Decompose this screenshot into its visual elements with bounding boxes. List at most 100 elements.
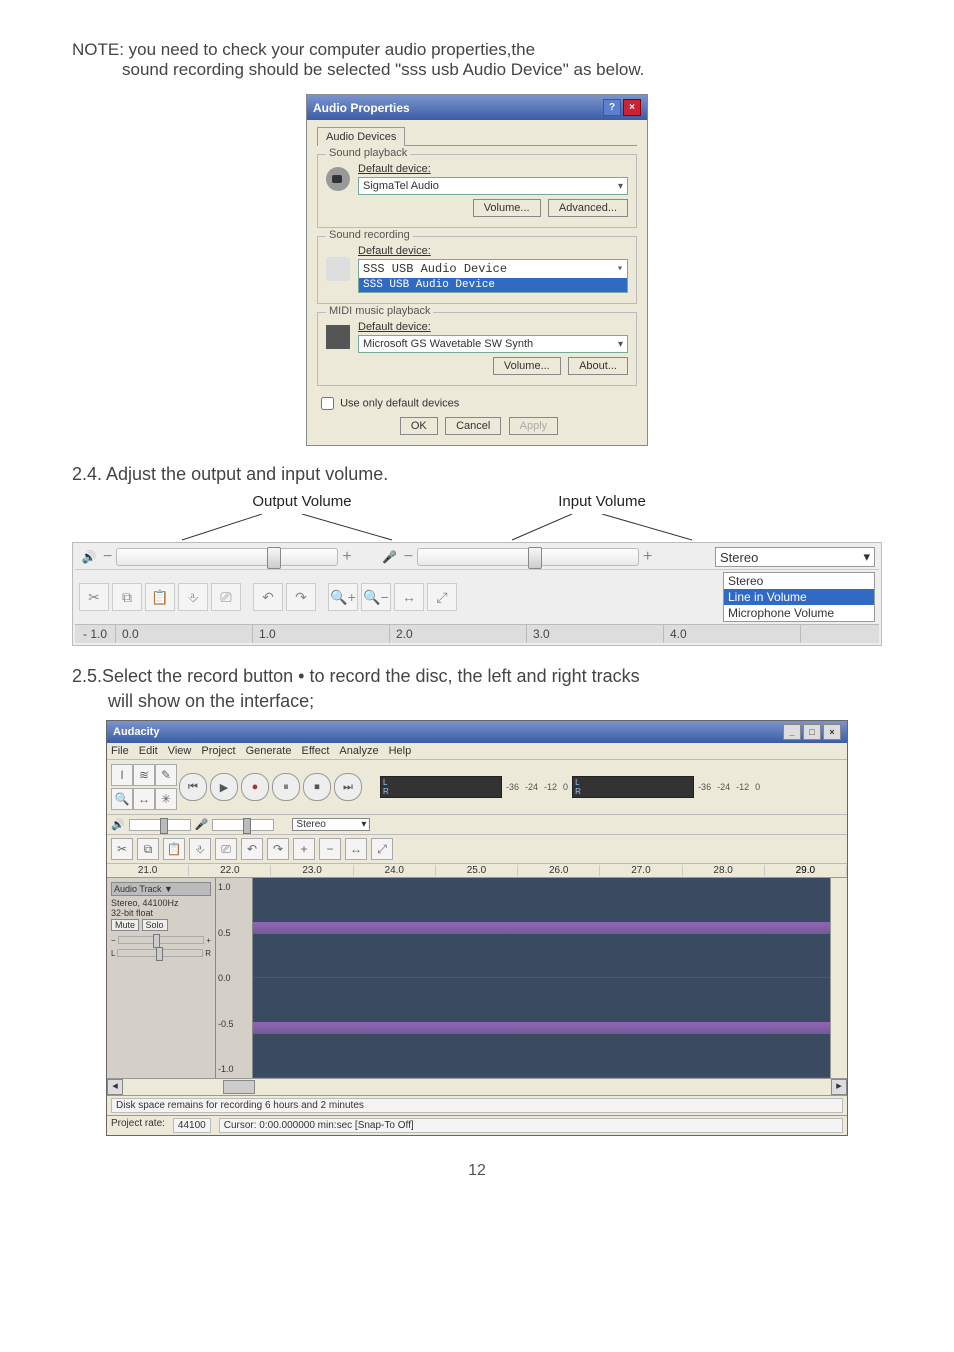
pause-icon[interactable]: ⏸ — [272, 773, 300, 801]
plus-label: + — [643, 548, 652, 566]
timeshift-tool-icon[interactable]: ↔ — [133, 788, 155, 810]
cut-icon[interactable]: ✂ — [111, 838, 133, 860]
input-slider-thumb[interactable] — [528, 547, 542, 569]
waveform-right[interactable] — [253, 978, 830, 1077]
envelope-tool-icon[interactable]: ≋ — [133, 764, 155, 786]
vertical-scrollbar[interactable] — [830, 878, 847, 1078]
close-icon[interactable]: × — [623, 99, 641, 116]
multi-tool-icon[interactable]: ✳ — [155, 788, 177, 810]
menu-analyze[interactable]: Analyze — [339, 745, 378, 757]
playback-volume-button[interactable]: Volume... — [473, 199, 541, 217]
silence-icon[interactable]: ⎚ — [215, 838, 237, 860]
playback-default-label: Default device: — [358, 163, 628, 175]
waveform-left[interactable] — [253, 878, 830, 977]
status-disk-space: Disk space remains for recording 6 hours… — [111, 1098, 843, 1113]
audacity-window: Audacity _ □ × File Edit View Project Ge… — [106, 720, 848, 1136]
scroll-right-icon[interactable]: ▸ — [831, 1079, 847, 1095]
skip-start-icon[interactable]: ⏮ — [179, 773, 207, 801]
scroll-thumb[interactable] — [223, 1080, 255, 1094]
paste-icon[interactable]: 📋 — [145, 583, 175, 611]
second-toolbar: 🔊 🎤 Stereo▾ — [107, 815, 847, 835]
group-label-midi: MIDI music playback — [326, 305, 433, 317]
skip-end-icon[interactable]: ⏭ — [334, 773, 362, 801]
play-icon[interactable]: ▶ — [210, 773, 238, 801]
chevron-down-icon: ▾ — [863, 549, 870, 565]
fit-selection-icon[interactable]: ↔ — [345, 838, 367, 860]
selection-tool-icon[interactable]: I — [111, 764, 133, 786]
menu-file[interactable]: File — [111, 745, 129, 757]
recording-device-highlight[interactable]: SSS USB Audio Device — [358, 278, 628, 293]
channel-select[interactable]: Stereo ▾ — [715, 547, 875, 567]
dropdown-option-stereo[interactable]: Stereo — [724, 573, 874, 589]
recording-device-select[interactable]: SSS USB Audio Device ▾ — [358, 259, 628, 279]
menu-edit[interactable]: Edit — [139, 745, 158, 757]
output-slider-thumb[interactable] — [267, 547, 281, 569]
fit-project-icon[interactable]: ⤢ — [427, 583, 457, 611]
use-default-devices-checkbox[interactable] — [321, 397, 334, 410]
undo-icon[interactable]: ↶ — [253, 583, 283, 611]
playback-advanced-button[interactable]: Advanced... — [548, 199, 628, 217]
ok-button[interactable]: OK — [400, 417, 438, 435]
app-title-text: Audacity — [113, 726, 159, 738]
redo-icon[interactable]: ↷ — [286, 583, 316, 611]
midi-device-select[interactable]: Microsoft GS Wavetable SW Synth ▾ — [358, 335, 628, 353]
cut-icon[interactable]: ✂ — [79, 583, 109, 611]
tab-audio-devices[interactable]: Audio Devices — [317, 127, 405, 146]
midi-about-button[interactable]: About... — [568, 357, 628, 375]
trim-icon[interactable]: ⎀ — [189, 838, 211, 860]
midi-volume-button[interactable]: Volume... — [493, 357, 561, 375]
menu-help[interactable]: Help — [389, 745, 412, 757]
record-icon[interactable]: ● — [241, 773, 269, 801]
zoom-out-icon[interactable]: − — [319, 838, 341, 860]
copy-icon[interactable]: ⧉ — [137, 838, 159, 860]
help-icon[interactable]: ? — [603, 99, 621, 116]
menu-view[interactable]: View — [168, 745, 192, 757]
mini-output-slider[interactable] — [129, 819, 191, 831]
undo-icon[interactable]: ↶ — [241, 838, 263, 860]
pointer-lines — [102, 514, 902, 542]
scroll-left-icon[interactable]: ◂ — [107, 1079, 123, 1095]
cancel-button[interactable]: Cancel — [445, 417, 501, 435]
apply-button: Apply — [509, 417, 559, 435]
track-pan-slider[interactable] — [117, 949, 203, 957]
playback-device-select[interactable]: SigmaTel Audio ▾ — [358, 177, 628, 195]
horizontal-scrollbar[interactable]: ◂ ▸ — [107, 1078, 847, 1095]
volume-labels-row: Output Volume Input Volume — [72, 493, 882, 510]
channel-mini-select[interactable]: Stereo▾ — [292, 818, 370, 831]
mute-button[interactable]: Mute — [111, 919, 139, 931]
pan-r-label: R — [205, 949, 211, 958]
minimize-icon[interactable]: _ — [783, 724, 801, 740]
zoom-in-icon[interactable]: + — [293, 838, 315, 860]
track-name[interactable]: Audio Track ▼ — [111, 882, 211, 896]
menu-project[interactable]: Project — [201, 745, 235, 757]
silence-icon[interactable]: ⎚ — [211, 583, 241, 611]
stop-icon[interactable]: ⏹ — [303, 773, 331, 801]
zoom-tool-icon[interactable]: 🔍 — [111, 788, 133, 810]
solo-button[interactable]: Solo — [142, 919, 168, 931]
copy-icon[interactable]: ⧉ — [112, 583, 142, 611]
track-gain-slider[interactable] — [118, 936, 205, 944]
menu-effect[interactable]: Effect — [301, 745, 329, 757]
input-volume-slider[interactable] — [417, 548, 639, 566]
group-label-recording: Sound recording — [326, 229, 413, 241]
trim-icon[interactable]: ⎀ — [178, 583, 208, 611]
zoom-out-icon[interactable]: 🔍− — [361, 583, 391, 611]
redo-icon[interactable]: ↷ — [267, 838, 289, 860]
paste-icon[interactable]: 📋 — [163, 838, 185, 860]
menu-generate[interactable]: Generate — [246, 745, 292, 757]
dropdown-option-mic[interactable]: Microphone Volume — [724, 605, 874, 621]
close-icon[interactable]: × — [823, 724, 841, 740]
dropdown-option-line-in[interactable]: Line in Volume — [724, 589, 874, 605]
fit-project-icon[interactable]: ⤢ — [371, 838, 393, 860]
section-2-4-heading: 2.4. Adjust the output and input volume. — [72, 464, 882, 485]
fit-selection-icon[interactable]: ↔ — [394, 583, 424, 611]
maximize-icon[interactable]: □ — [803, 724, 821, 740]
input-source-dropdown[interactable]: Stereo Line in Volume Microphone Volume — [723, 572, 875, 622]
mini-input-slider[interactable] — [212, 819, 274, 831]
timeline-cell: 28.0 — [683, 865, 765, 876]
project-rate-value[interactable]: 44100 — [173, 1118, 211, 1133]
output-volume-slider[interactable] — [116, 548, 338, 566]
project-rate-label: Project rate: — [111, 1118, 165, 1133]
draw-tool-icon[interactable]: ✎ — [155, 764, 177, 786]
zoom-in-icon[interactable]: 🔍+ — [328, 583, 358, 611]
